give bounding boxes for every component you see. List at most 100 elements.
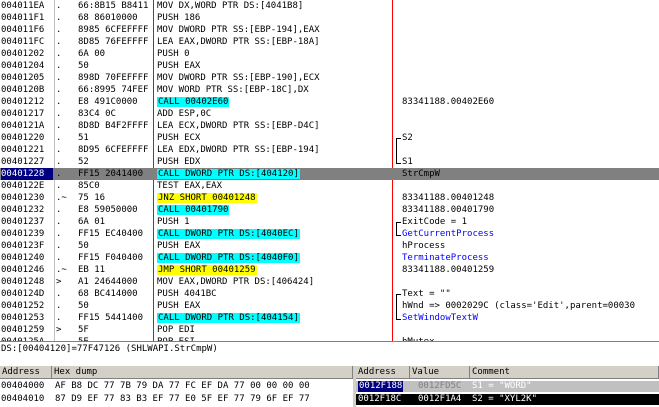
disasm-row[interactable]: 00401246 .~ EB 11 JMP SHORT 00401259 8334118… bbox=[0, 264, 659, 276]
disasm-row[interactable]: 00401248 > A1 24644000 MOV EAX,DWORD PTR DS… bbox=[0, 276, 659, 288]
disasm-row[interactable]: 0040120B. 66:8995 74FEF MOV WORD PTR SS:[E… bbox=[0, 84, 659, 96]
dump-row-hex: 87 D9 EF 77 83 B3 EF 77 E0 5F EF 77 79 6… bbox=[55, 394, 310, 404]
jump-marker-text: . bbox=[56, 205, 62, 215]
jump-marker-text: . bbox=[56, 13, 62, 23]
jump-marker: .~ bbox=[56, 192, 78, 204]
instruction-text-text: MOV WORD PTR SS:[EBP-18C],DX bbox=[157, 85, 309, 95]
disasm-row[interactable]: 00401227. 52 PUSH EDX S1 bbox=[0, 156, 659, 168]
instruction-address-text: 0040121A bbox=[1, 121, 45, 131]
jump-marker: . bbox=[56, 120, 78, 132]
jump-marker: . bbox=[56, 132, 78, 144]
disasm-row[interactable]: 0040124D. 68 BC414000 PUSH 4041BC Text = "" bbox=[0, 288, 659, 300]
disasm-row[interactable]: 00401204. 50 PUSH EAX bbox=[0, 60, 659, 72]
jump-marker-text: > bbox=[56, 277, 62, 287]
instruction-text-text: LEA ECX,DWORD PTR SS:[EBP-D4C] bbox=[157, 121, 320, 131]
instruction-comment bbox=[402, 324, 659, 336]
jump-marker: . bbox=[56, 180, 78, 192]
disassembly-pane[interactable]: 004011EA. 66:8B15 B8411 MOV DX,WORD PTR DS… bbox=[0, 0, 659, 341]
stack-row-address: 0012F188 bbox=[358, 381, 404, 392]
instruction-text-text: PUSH EAX bbox=[157, 61, 201, 71]
stack-address-header[interactable]: Address bbox=[356, 366, 410, 379]
instruction-comment bbox=[402, 180, 659, 192]
hex-dump-pane[interactable]: Address Hex dump 00404000 AF B8 DC 77 7B… bbox=[0, 366, 353, 407]
disasm-row[interactable]: 004011F6. 8985 6CFEFFFF MOV DWORD PTR SS:[… bbox=[0, 24, 659, 36]
instruction-address: 00401232 bbox=[1, 204, 53, 216]
instruction-comment: StrCmpW bbox=[402, 168, 659, 180]
instruction-bytes: 50 bbox=[78, 300, 152, 312]
instruction-text-text: MOV DX,WORD PTR DS:[4041B8] bbox=[157, 1, 304, 11]
instruction-text: PUSH EAX bbox=[157, 60, 393, 72]
disasm-row[interactable]: 00401217. 83C4 0C ADD ESP,0C bbox=[0, 108, 659, 120]
instruction-address: 0040122E bbox=[1, 180, 53, 192]
instruction-bytes: FF15 EC40400 bbox=[78, 228, 152, 240]
disasm-row[interactable]: 00401237. 6A 01 PUSH 1 ExitCode = 1 bbox=[0, 216, 659, 228]
instruction-address: 004011FC bbox=[1, 36, 53, 48]
instruction-bytes-text: 5F bbox=[78, 325, 89, 335]
instruction-address-text: 004011F1 bbox=[1, 13, 45, 23]
jump-marker-text: . bbox=[56, 157, 62, 167]
instruction-address-text: 00401204 bbox=[1, 61, 45, 71]
instruction-comment: 83341188.00402E60 bbox=[402, 96, 659, 108]
disasm-row[interactable]: 00401239. FF15 EC40400 CALL DWORD PTR DS:[… bbox=[0, 228, 659, 240]
stack-comment-header[interactable]: Comment bbox=[470, 366, 659, 379]
disasm-row[interactable]: 00401252. 50 PUSH EAX hWnd => 0002029C (cla… bbox=[0, 300, 659, 312]
jump-marker: . bbox=[56, 204, 78, 216]
stack-row[interactable]: 0012F18C 0012F1A4 S2 = "XYL2K" bbox=[356, 394, 659, 405]
instruction-address-text: 00401246 bbox=[1, 265, 45, 275]
instruction-text: TEST EAX,EAX bbox=[157, 180, 393, 192]
jump-marker: . bbox=[56, 96, 78, 108]
disasm-row[interactable]: 00401259 >5F POP EDI bbox=[0, 324, 659, 336]
instruction-comment-text: hProcess bbox=[402, 241, 446, 251]
instruction-bytes: E8 59050000 bbox=[78, 204, 152, 216]
info-bar: DS:[00404120]=77F47126 (SHLWAPI.StrCmpW) bbox=[0, 341, 659, 367]
instruction-address-text: 004011EA bbox=[1, 1, 45, 11]
instruction-comment bbox=[402, 276, 659, 288]
instruction-text-text: LEA EAX,DWORD PTR SS:[EBP-18A] bbox=[157, 37, 320, 47]
disasm-row[interactable]: 0040122E. 85C0 TEST EAX,EAX bbox=[0, 180, 659, 192]
disasm-row[interactable]: 00401202. 6A 00 PUSH 0 bbox=[0, 48, 659, 60]
disasm-row[interactable]: 00401212. E8 491C0000 CALL 00402E60 8334118… bbox=[0, 96, 659, 108]
instruction-comment-text: 83341188.00401790 bbox=[402, 205, 495, 215]
jump-marker-text: . bbox=[56, 289, 62, 299]
disasm-row[interactable]: 00401230 .~ 75 16 JNZ SHORT 00401248 8334118… bbox=[0, 192, 659, 204]
instruction-address: 0040120B bbox=[1, 84, 53, 96]
dump-address-header[interactable]: Address bbox=[0, 366, 52, 379]
instruction-bytes-text: 8D85 76FEFFFF bbox=[78, 37, 149, 47]
instruction-text: PUSH 0 bbox=[157, 48, 393, 60]
disasm-row[interactable]: 00401232. E8 59050000 CALL 00401790 8334118… bbox=[0, 204, 659, 216]
disasm-row[interactable]: 004011FC. 8D85 76FEFFFF LEA EAX,DWORD PTR … bbox=[0, 36, 659, 48]
instruction-bytes-text: 51 bbox=[78, 133, 89, 143]
instruction-address: 0040124D bbox=[1, 288, 53, 300]
instruction-address: 004011EA bbox=[1, 0, 53, 12]
dump-hex-header[interactable]: Hex dump bbox=[52, 366, 353, 379]
instruction-bytes: 66:8995 74FEF bbox=[78, 84, 152, 96]
instruction-bytes: 66:8B15 B8411 bbox=[78, 0, 152, 12]
stack-value-header[interactable]: Value bbox=[410, 366, 470, 379]
disasm-row[interactable]: 0040123F. 50 PUSH EAX hProcess bbox=[0, 240, 659, 252]
disasm-row[interactable]: 00401205. 898D 70FEFFFF MOV DWORD PTR SS:[… bbox=[0, 72, 659, 84]
disasm-row[interactable]: 004011EA. 66:8B15 B8411 MOV DX,WORD PTR DS… bbox=[0, 0, 659, 12]
disasm-row[interactable]: 00401240. FF15 F040400 CALL DWORD PTR DS:[… bbox=[0, 252, 659, 264]
jump-marker: . bbox=[56, 84, 78, 96]
instruction-bytes: FF15 5441400 bbox=[78, 312, 152, 324]
jump-marker: . bbox=[56, 72, 78, 84]
stack-pane[interactable]: Address Value Comment 0012F188 0012FD5C … bbox=[356, 366, 659, 407]
instruction-text-text: PUSH ECX bbox=[157, 133, 201, 143]
instruction-text: JMP SHORT 00401259 bbox=[157, 264, 393, 276]
disasm-row[interactable]: 00401228. FF15 2041400 CALL DWORD PTR DS:[… bbox=[0, 168, 659, 180]
instruction-bytes-text: E8 59050000 bbox=[78, 205, 138, 215]
jump-marker: . bbox=[56, 228, 78, 240]
disasm-row[interactable]: 00401221. 8D95 6CFEFFFF LEA EDX,DWORD PTR … bbox=[0, 144, 659, 156]
instruction-address: 0040123F bbox=[1, 240, 53, 252]
disasm-row[interactable]: 004011F1. 68 86010000 PUSH 186 bbox=[0, 12, 659, 24]
instruction-address: 00401221 bbox=[1, 144, 53, 156]
jump-marker-text: . bbox=[56, 61, 62, 71]
disasm-row[interactable]: 0040121A. 8D8D B4F2FFFF LEA ECX,DWORD PTR … bbox=[0, 120, 659, 132]
instruction-text: PUSH EDX bbox=[157, 156, 393, 168]
instruction-bytes: 75 16 bbox=[78, 192, 152, 204]
instruction-bytes: EB 11 bbox=[78, 264, 152, 276]
disasm-row[interactable]: 00401220. 51 PUSH ECX S2 bbox=[0, 132, 659, 144]
instruction-bytes: E8 491C0000 bbox=[78, 96, 152, 108]
disasm-row[interactable]: 00401253. FF15 5441400 CALL DWORD PTR DS:[… bbox=[0, 312, 659, 324]
stack-row[interactable]: 0012F188 0012FD5C S1 = "WORD" bbox=[356, 381, 659, 392]
